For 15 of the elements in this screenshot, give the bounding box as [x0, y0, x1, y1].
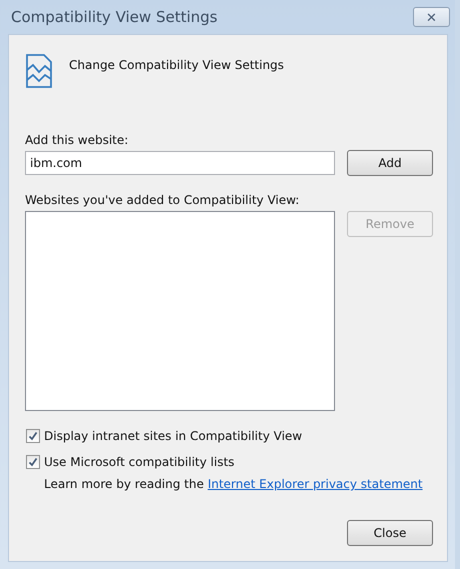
checkbox-label: Display intranet sites in Compatibility View: [44, 429, 302, 443]
dialog-heading: Change Compatibility View Settings: [69, 58, 284, 72]
privacy-text: Learn more by reading the Internet Explorer privacy statement: [44, 477, 424, 491]
field-label: Add this website:: [25, 133, 130, 149]
checkbox[interactable]: [26, 455, 40, 469]
privacy-link[interactable]: Internet Explorer privacy statement: [208, 477, 423, 491]
close-button[interactable]: Close: [347, 520, 433, 546]
window-title: Compatibility View Settings: [11, 8, 218, 26]
page-icon: [25, 53, 53, 89]
close-icon[interactable]: ✕: [413, 7, 450, 27]
list-label: Websites you've added to Compatibility View:: [25, 193, 300, 209]
checkbox[interactable]: [26, 429, 40, 443]
checkbox-label: Use Microsoft compatibility lists: [44, 455, 234, 469]
add-button[interactable]: Add: [347, 150, 433, 176]
website-field[interactable]: ibm.com: [25, 151, 335, 175]
